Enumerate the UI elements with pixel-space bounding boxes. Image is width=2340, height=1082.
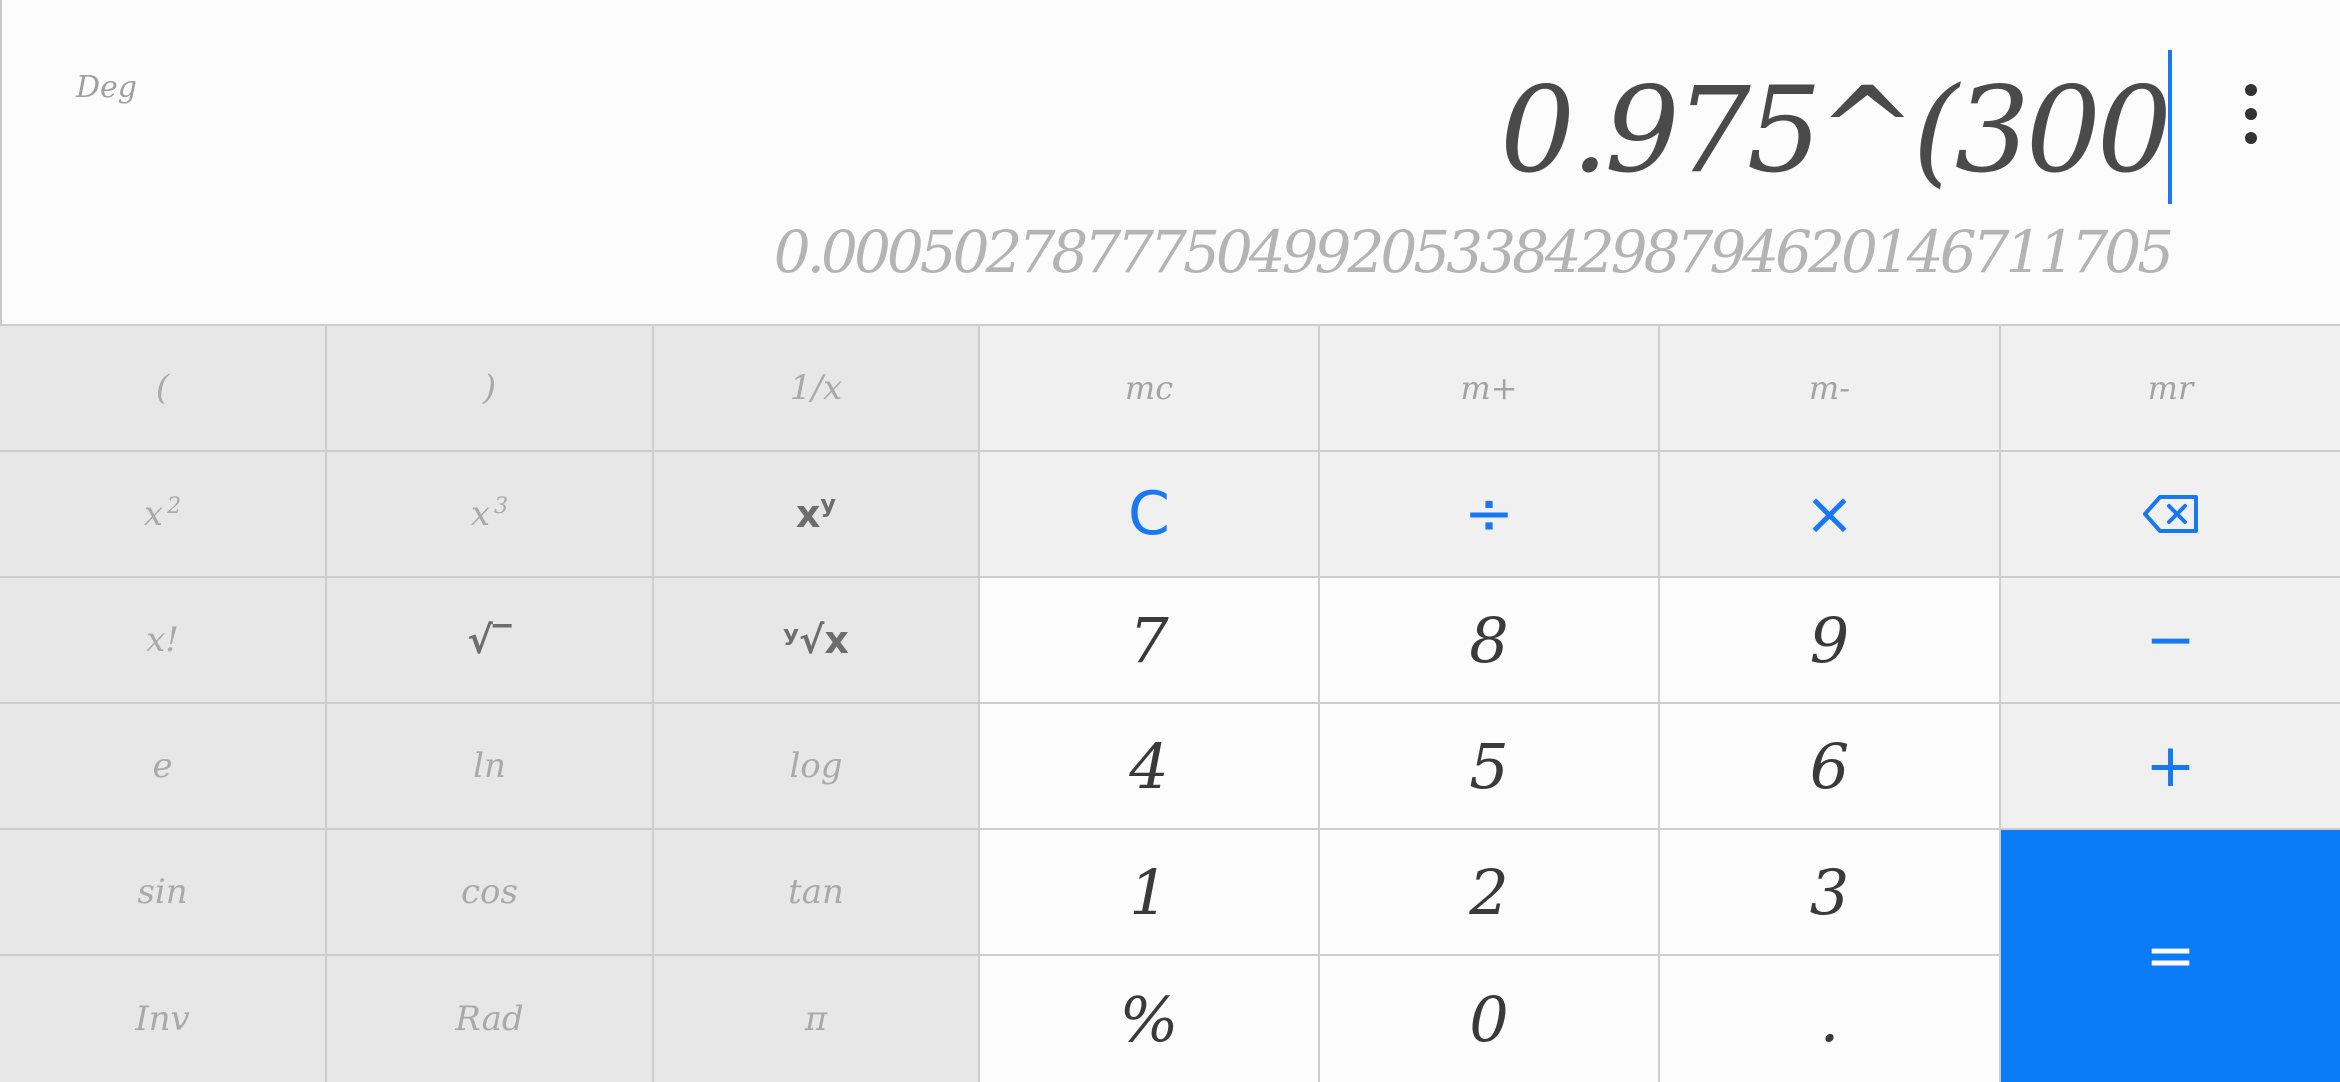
natural-log-button[interactable]: ln	[327, 704, 654, 830]
add-button[interactable]: +	[2001, 704, 2340, 830]
factorial-button[interactable]: x!	[0, 578, 327, 704]
expression-input[interactable]: 0.975^(300	[1500, 70, 2172, 190]
digit-3-button[interactable]: 3	[1660, 830, 2001, 956]
digit-4-button[interactable]: 4	[980, 704, 1320, 830]
digit-0-button[interactable]: 0	[1320, 956, 1660, 1082]
text-cursor	[2168, 50, 2172, 204]
power-base: x	[795, 492, 821, 536]
memory-clear-button[interactable]: mc	[980, 326, 1320, 452]
subtract-button[interactable]: −	[2001, 578, 2340, 704]
log-button[interactable]: log	[654, 704, 980, 830]
multiply-button[interactable]: ×	[1660, 452, 2001, 578]
clear-button[interactable]: C	[980, 452, 1320, 578]
cos-button[interactable]: cos	[327, 830, 654, 956]
sin-button[interactable]: sin	[0, 830, 327, 956]
reciprocal-button[interactable]: 1/x	[654, 326, 980, 452]
square-base: x	[143, 494, 164, 534]
radian-toggle-button[interactable]: Rad	[327, 956, 654, 1082]
decimal-point-button[interactable]: .	[1660, 956, 2001, 1082]
result-preview: 0.00050278777504992053384298794620146711…	[773, 218, 2174, 286]
digit-5-button[interactable]: 5	[1320, 704, 1660, 830]
angle-mode-label: Deg	[76, 70, 138, 105]
digit-1-button[interactable]: 1	[980, 830, 1320, 956]
equals-button[interactable]: =	[2001, 830, 2340, 1082]
euler-button[interactable]: e	[0, 704, 327, 830]
square-root-button[interactable]: √‾	[327, 578, 654, 704]
cube-exponent: 3	[494, 493, 509, 519]
open-paren-button[interactable]: (	[0, 326, 327, 452]
backspace-button[interactable]	[2001, 452, 2340, 578]
inverse-button[interactable]: Inv	[0, 956, 327, 1082]
digit-7-button[interactable]: 7	[980, 578, 1320, 704]
percent-button[interactable]: %	[980, 956, 1320, 1082]
pi-button[interactable]: π	[654, 956, 980, 1082]
divide-button[interactable]: ÷	[1320, 452, 1660, 578]
more-options-icon[interactable]	[2238, 84, 2264, 144]
power-button[interactable]: xy	[654, 452, 980, 578]
memory-add-button[interactable]: m+	[1320, 326, 1660, 452]
y-root-button[interactable]: ʸ√x	[654, 578, 980, 704]
cube-base: x	[470, 494, 491, 534]
tan-button[interactable]: tan	[654, 830, 980, 956]
power-exponent: y	[820, 490, 837, 518]
digit-6-button[interactable]: 6	[1660, 704, 2001, 830]
digit-2-button[interactable]: 2	[1320, 830, 1660, 956]
calculator-display: Deg 0.975^(300 0.00050278777504992053384…	[0, 0, 2340, 324]
keypad: ( ) 1/x mc m+ m- mr x2 x3 xy C ÷ × x! √‾…	[0, 324, 2340, 1082]
square-exponent: 2	[167, 493, 182, 519]
digit-9-button[interactable]: 9	[1660, 578, 2001, 704]
memory-recall-button[interactable]: mr	[2001, 326, 2340, 452]
square-button[interactable]: x2	[0, 452, 327, 578]
close-paren-button[interactable]: )	[327, 326, 654, 452]
digit-8-button[interactable]: 8	[1320, 578, 1660, 704]
memory-subtract-button[interactable]: m-	[1660, 326, 2001, 452]
backspace-icon	[2142, 495, 2198, 533]
cube-button[interactable]: x3	[327, 452, 654, 578]
